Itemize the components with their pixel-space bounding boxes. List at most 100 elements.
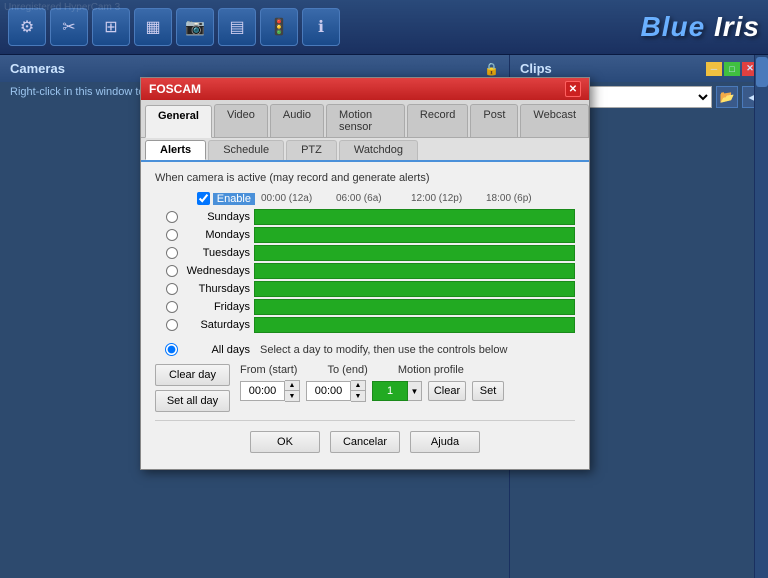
motion-profile-dropdown[interactable]: ▼ [408, 381, 422, 401]
schedule-grid: Sundays Mondays Tues [155, 209, 575, 333]
thursdays-bar[interactable] [254, 281, 575, 297]
sub-tab-ptz[interactable]: PTZ [286, 140, 337, 160]
clips-minimize-btn[interactable]: ─ [706, 62, 722, 76]
clips-header-btns: ─ □ ✕ [706, 62, 758, 76]
clear-day-button[interactable]: Clear day [155, 364, 230, 386]
tab-record[interactable]: Record [407, 104, 468, 137]
tab-webcast[interactable]: Webcast [520, 104, 589, 137]
info-icon[interactable]: ℹ [302, 8, 340, 46]
time-label-3: 18:00 (6p) [486, 193, 558, 204]
thursdays-radio[interactable] [166, 283, 178, 295]
motion-profile-input[interactable] [372, 381, 408, 401]
cancel-button[interactable]: Cancelar [330, 431, 400, 453]
all-days-text: Select a day to modify, then use the con… [260, 344, 575, 356]
all-days-label: All days [182, 344, 250, 356]
sub-tabs: Alerts Schedule PTZ Watchdog [141, 138, 589, 162]
all-days-radio[interactable] [165, 343, 178, 356]
tuesdays-radio-group: Tuesdays [155, 247, 250, 259]
mondays-radio[interactable] [166, 229, 178, 241]
ok-button[interactable]: OK [250, 431, 320, 453]
clips-title: Clips [520, 61, 552, 76]
saturdays-bar[interactable] [254, 317, 575, 333]
tab-audio[interactable]: Audio [270, 104, 324, 137]
saturdays-radio-group: Saturdays [155, 319, 250, 331]
from-spin-up[interactable]: ▲ [285, 381, 299, 391]
schedule-row-mondays: Mondays [155, 227, 575, 243]
to-label: To (end) [327, 364, 367, 376]
dialog-content: When camera is active (may record and ge… [141, 162, 589, 469]
schedule-row-saturdays: Saturdays [155, 317, 575, 333]
traffic-icon[interactable]: 🚦 [260, 8, 298, 46]
clips-folder-btn[interactable]: 📂 [716, 86, 738, 108]
to-spin-up[interactable]: ▲ [351, 381, 365, 391]
scrollbar[interactable] [754, 55, 768, 578]
motion-profile-label: Motion profile [398, 364, 464, 376]
from-spin-down[interactable]: ▼ [285, 391, 299, 401]
dialog-close-btn[interactable]: ✕ [565, 81, 581, 97]
enable-checkbox-group: Enable [155, 192, 255, 205]
app-logo: Blue Iris [641, 11, 761, 43]
clips-maximize-btn[interactable]: □ [724, 62, 740, 76]
saturdays-label: Saturdays [182, 319, 250, 331]
main-area: Cameras 🔒 Right-click in this window to … [0, 55, 768, 578]
to-spin-down[interactable]: ▼ [351, 391, 365, 401]
mondays-radio-group: Mondays [155, 229, 250, 241]
wednesdays-bar[interactable] [254, 263, 575, 279]
chart-icon[interactable]: ▦ [134, 8, 172, 46]
sundays-radio[interactable] [166, 211, 178, 223]
foscam-dialog: FOSCAM ✕ General Video Audio Motion sens… [140, 77, 590, 470]
dialog-footer: OK Cancelar Ajuda [155, 420, 575, 459]
grid-icon[interactable]: ⊞ [92, 8, 130, 46]
settings-icon[interactable]: ⚙ [8, 8, 46, 46]
dialog-title: FOSCAM [149, 82, 201, 96]
to-input[interactable] [306, 381, 351, 401]
sundays-radio-group: Sundays [155, 211, 250, 223]
fridays-bar[interactable] [254, 299, 575, 315]
thursdays-label: Thursdays [182, 283, 250, 295]
tuesdays-label: Tuesdays [182, 247, 250, 259]
all-days-radio-group: All days [155, 343, 250, 356]
tab-post[interactable]: Post [470, 104, 518, 137]
cameras-panel: Cameras 🔒 Right-click in this window to … [0, 55, 510, 578]
sub-tab-schedule[interactable]: Schedule [208, 140, 284, 160]
schedule-row-tuesdays: Tuesdays [155, 245, 575, 261]
scrollbar-thumb[interactable] [756, 57, 768, 87]
camera-icon[interactable]: 📷 [176, 8, 214, 46]
tab-video[interactable]: Video [214, 104, 268, 137]
to-input-group: ▲ ▼ [306, 380, 366, 402]
sundays-bar[interactable] [254, 209, 575, 225]
time-label-2: 12:00 (12p) [411, 193, 486, 204]
enable-checkbox[interactable] [197, 192, 210, 205]
sub-tab-alerts[interactable]: Alerts [145, 140, 206, 160]
to-spin: ▲ ▼ [351, 380, 366, 402]
schedule-row-sundays: Sundays [155, 209, 575, 225]
clear-button[interactable]: Clear [428, 381, 466, 401]
from-input[interactable] [240, 381, 285, 401]
time-labels: 00:00 (12a) 06:00 (6a) 12:00 (12p) 18:00… [261, 193, 558, 204]
time-label-0: 00:00 (12a) [261, 193, 336, 204]
tab-general[interactable]: General [145, 105, 212, 138]
time-label-1: 06:00 (6a) [336, 193, 411, 204]
motion-profile-group: ▼ [372, 381, 422, 401]
saturdays-radio[interactable] [166, 319, 178, 331]
wednesdays-label: Wednesdays [182, 265, 250, 277]
cameras-lock-btn[interactable]: 🔒 [484, 62, 499, 76]
film-icon[interactable]: ▤ [218, 8, 256, 46]
sundays-label: Sundays [182, 211, 250, 223]
tuesdays-radio[interactable] [166, 247, 178, 259]
cameras-title: Cameras [10, 61, 65, 76]
fridays-radio[interactable] [166, 301, 178, 313]
schedule-row-fridays: Fridays [155, 299, 575, 315]
help-button[interactable]: Ajuda [410, 431, 480, 453]
tab-motion-sensor[interactable]: Motion sensor [326, 104, 405, 137]
set-all-day-button[interactable]: Set all day [155, 390, 230, 412]
enable-label: Enable [213, 193, 255, 205]
dialog-tabs: General Video Audio Motion sensor Record… [141, 100, 589, 138]
sub-tab-watchdog[interactable]: Watchdog [339, 140, 418, 160]
tools-icon[interactable]: ✂ [50, 8, 88, 46]
wednesdays-radio[interactable] [166, 265, 178, 277]
active-hint: When camera is active (may record and ge… [155, 172, 575, 184]
set-button[interactable]: Set [472, 381, 504, 401]
tuesdays-bar[interactable] [254, 245, 575, 261]
mondays-bar[interactable] [254, 227, 575, 243]
